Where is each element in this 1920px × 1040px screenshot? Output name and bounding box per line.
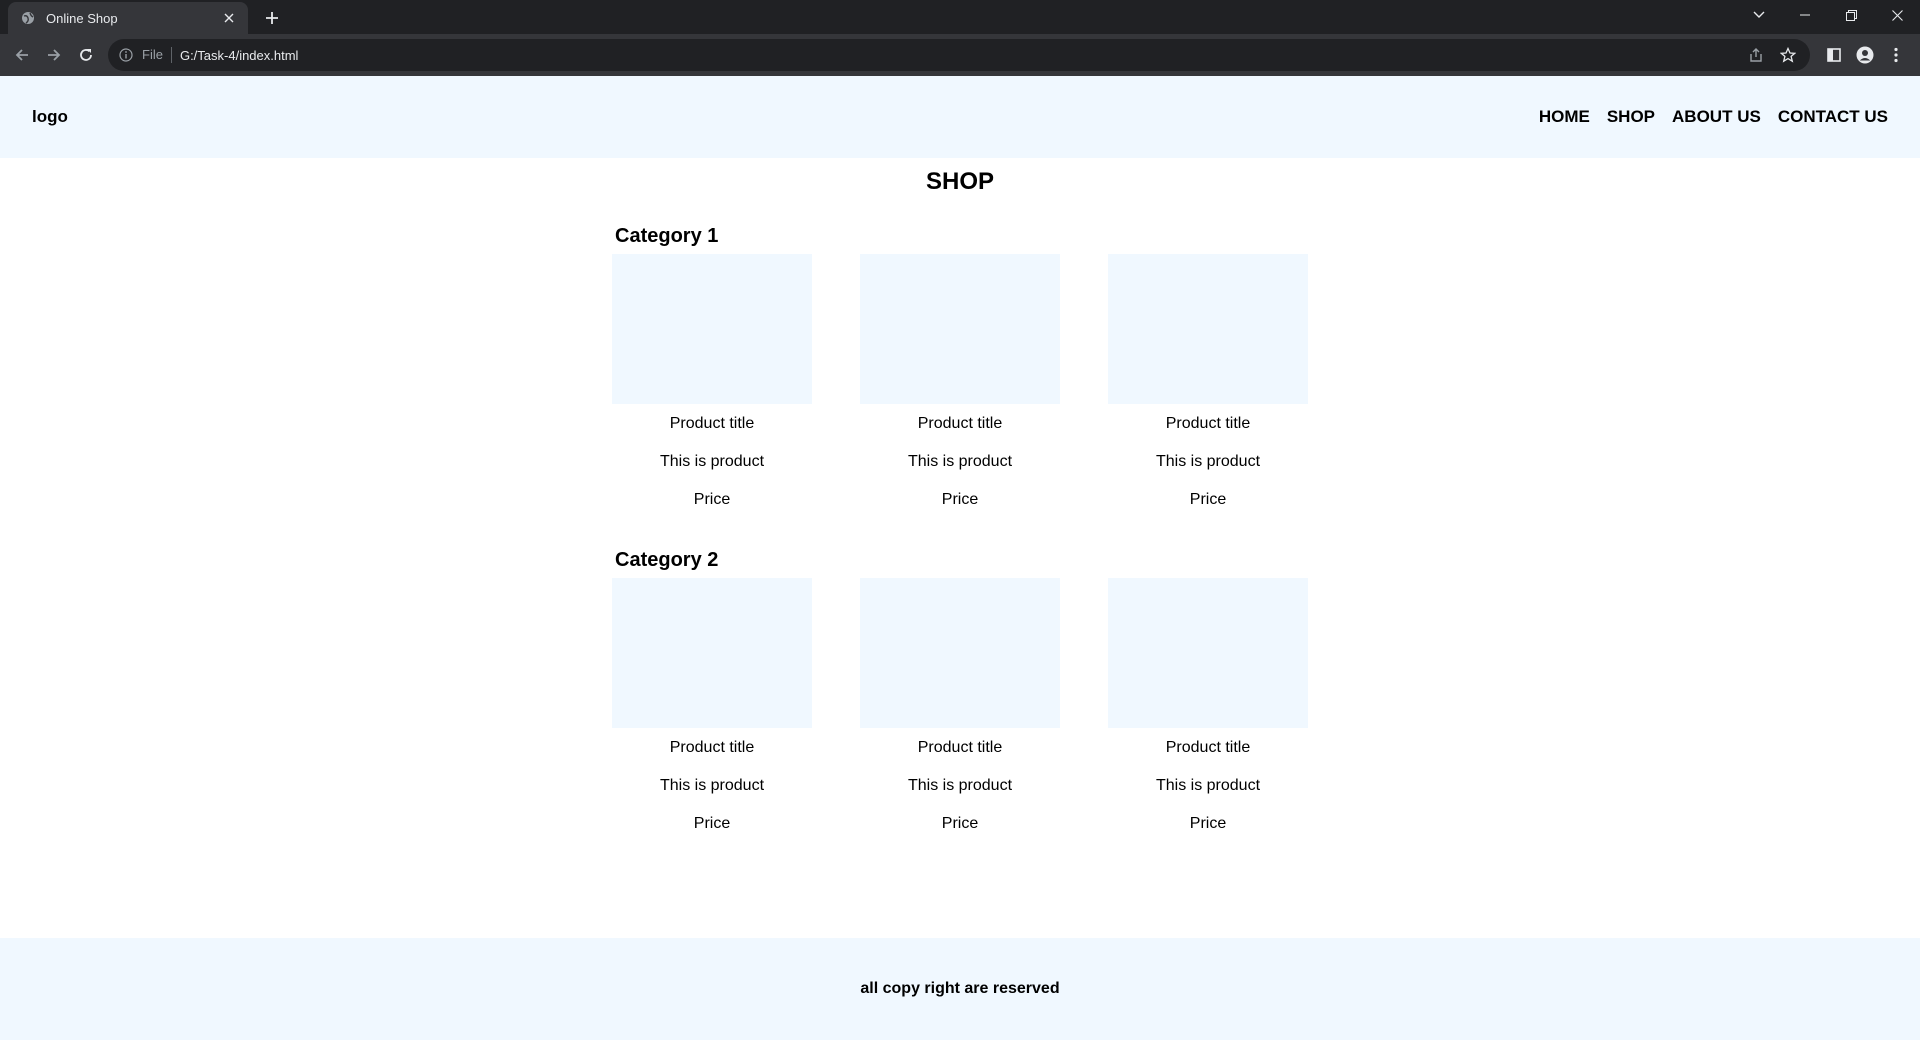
category-section: Category 1 Product title This is product… (612, 224, 1312, 519)
product-description: This is product (659, 777, 765, 794)
site-logo[interactable]: logo (32, 107, 68, 127)
product-description: This is product (1155, 453, 1261, 470)
category-heading: Category 1 (615, 225, 719, 247)
product-card[interactable]: Product title This is product Price (1108, 578, 1308, 843)
product-title: Product title (917, 415, 1003, 432)
share-icon[interactable] (1744, 43, 1768, 67)
browser-tab-strip: Online Shop (0, 0, 1920, 34)
product-grid: Product title This is product Price Prod… (612, 578, 1312, 843)
main-nav: HOME SHOP ABOUT US CONTACT US (1539, 107, 1888, 127)
nav-link-about-us[interactable]: ABOUT US (1672, 107, 1761, 127)
tab-title: Online Shop (46, 10, 118, 26)
side-panel-icon[interactable] (1820, 41, 1848, 69)
product-card[interactable]: Product title This is product Price (612, 254, 812, 519)
page-title: SHOP (925, 168, 994, 195)
url-scheme-label: File (142, 47, 172, 63)
browser-toolbar: File G:/Task-4/index.html (0, 34, 1920, 76)
product-image[interactable] (860, 254, 1060, 404)
product-image[interactable] (1108, 254, 1308, 404)
product-card[interactable]: Product title This is product Price (1108, 254, 1308, 519)
globe-icon (20, 10, 36, 26)
category-section: Category 2 Product title This is product… (612, 548, 1312, 843)
close-window-icon[interactable] (1874, 0, 1920, 30)
product-price: Price (1189, 815, 1227, 832)
product-title: Product title (917, 739, 1003, 756)
product-image[interactable] (612, 254, 812, 404)
new-tab-icon[interactable] (260, 6, 284, 30)
product-grid: Product title This is product Price Prod… (612, 254, 1312, 519)
forward-arrow-icon[interactable] (40, 41, 68, 69)
info-icon[interactable] (118, 47, 134, 63)
nav-link-home[interactable]: HOME (1539, 107, 1590, 127)
product-card[interactable]: Product title This is product Price (612, 578, 812, 843)
product-title: Product title (1165, 739, 1251, 756)
product-description: This is product (907, 777, 1013, 794)
web-page: logo HOME SHOP ABOUT US CONTACT US SHOP … (0, 76, 1920, 1040)
site-header: logo HOME SHOP ABOUT US CONTACT US (0, 76, 1920, 158)
product-title: Product title (1165, 415, 1251, 432)
tab-search-chevron-down-icon[interactable] (1736, 0, 1782, 30)
nav-link-contact-us[interactable]: CONTACT US (1778, 107, 1888, 127)
product-price: Price (1189, 491, 1227, 508)
bookmark-star-icon[interactable] (1776, 43, 1800, 67)
back-arrow-icon[interactable] (8, 41, 36, 69)
product-price: Price (941, 491, 979, 508)
product-price: Price (693, 815, 731, 832)
product-image[interactable] (1108, 578, 1308, 728)
product-image[interactable] (612, 578, 812, 728)
browser-tab[interactable]: Online Shop (8, 2, 248, 34)
product-image[interactable] (860, 578, 1060, 728)
product-description: This is product (659, 453, 765, 470)
address-bar[interactable]: File G:/Task-4/index.html (108, 39, 1810, 71)
profile-avatar-icon[interactable] (1851, 41, 1879, 69)
copyright-text: all copy right are reserved (860, 980, 1060, 997)
more-menu-icon[interactable] (1882, 41, 1910, 69)
minimize-icon[interactable] (1782, 0, 1828, 30)
url-text[interactable]: G:/Task-4/index.html (180, 48, 299, 63)
nav-link-shop[interactable]: SHOP (1607, 107, 1655, 127)
product-card[interactable]: Product title This is product Price (860, 254, 1060, 519)
product-description: This is product (1155, 777, 1261, 794)
reload-icon[interactable] (72, 41, 100, 69)
product-title: Product title (669, 415, 755, 432)
category-heading: Category 2 (615, 549, 719, 571)
product-price: Price (693, 491, 731, 508)
product-card[interactable]: Product title This is product Price (860, 578, 1060, 843)
restore-icon[interactable] (1828, 0, 1874, 30)
product-description: This is product (907, 453, 1013, 470)
site-footer: all copy right are reserved (0, 938, 1920, 1040)
close-tab-icon[interactable] (220, 9, 238, 27)
product-price: Price (941, 815, 979, 832)
product-title: Product title (669, 739, 755, 756)
